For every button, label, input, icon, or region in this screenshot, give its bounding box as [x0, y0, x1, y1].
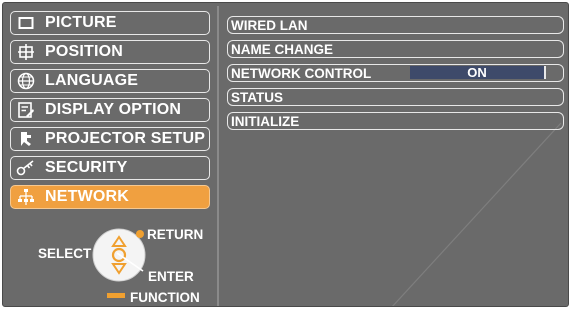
submenu-item-label: STATUS — [231, 89, 283, 105]
function-bar-icon — [107, 293, 125, 298]
menu-item-label: LANGUAGE — [45, 72, 139, 89]
enter-label: ENTER — [148, 269, 194, 284]
picture-icon — [15, 14, 37, 32]
position-icon — [15, 43, 37, 61]
projector-osd-menu: PICTURE POSITION LANGUAGE DISPLAY OPTION… — [2, 2, 569, 307]
menu-item-security[interactable]: SECURITY — [10, 156, 210, 180]
menu-divider — [217, 6, 219, 306]
network-control-value-text: ON — [467, 65, 487, 80]
menu-item-label: POSITION — [45, 43, 124, 60]
network-control-value[interactable]: ON — [410, 65, 546, 80]
submenu-item-network-control[interactable]: NETWORK CONTROL ON — [227, 64, 564, 82]
menu-item-label: PICTURE — [45, 14, 117, 31]
select-label: SELECT — [38, 246, 92, 261]
menu-item-label: NETWORK — [45, 188, 130, 205]
submenu-item-initialize[interactable]: INITIALIZE — [227, 112, 564, 130]
menu-item-display-option[interactable]: DISPLAY OPTION — [10, 98, 210, 122]
language-icon — [15, 72, 37, 90]
menu-item-label: DISPLAY OPTION — [45, 101, 182, 118]
submenu-item-label: WIRED LAN — [231, 17, 308, 33]
menu-item-network[interactable]: NETWORK — [10, 185, 210, 209]
menu-item-picture[interactable]: PICTURE — [10, 11, 210, 35]
menu-item-projector-setup[interactable]: PROJECTOR SETUP — [10, 127, 210, 151]
submenu-item-status[interactable]: STATUS — [227, 88, 564, 106]
submenu-item-label: NETWORK CONTROL — [231, 65, 372, 81]
function-label: FUNCTION — [130, 290, 200, 305]
projector-setup-icon — [15, 130, 37, 148]
return-label: RETURN — [147, 227, 204, 242]
network-icon — [15, 188, 37, 206]
enter-pointer-icon — [116, 252, 144, 272]
display-option-icon — [15, 101, 37, 119]
submenu-item-wired-lan[interactable]: WIRED LAN — [227, 16, 564, 34]
return-dot-icon — [136, 230, 144, 238]
network-submenu: WIRED LAN NAME CHANGE NETWORK CONTROL ON… — [221, 3, 568, 306]
menu-item-label: PROJECTOR SETUP — [45, 130, 206, 147]
submenu-item-label: NAME CHANGE — [231, 41, 334, 57]
menu-item-position[interactable]: POSITION — [10, 40, 210, 64]
submenu-item-label: INITIALIZE — [231, 113, 300, 129]
main-menu: PICTURE POSITION LANGUAGE DISPLAY OPTION… — [3, 3, 215, 306]
security-key-icon — [15, 159, 37, 177]
menu-item-label: SECURITY — [45, 159, 128, 176]
menu-item-language[interactable]: LANGUAGE — [10, 69, 210, 93]
submenu-item-name-change[interactable]: NAME CHANGE — [227, 40, 564, 58]
